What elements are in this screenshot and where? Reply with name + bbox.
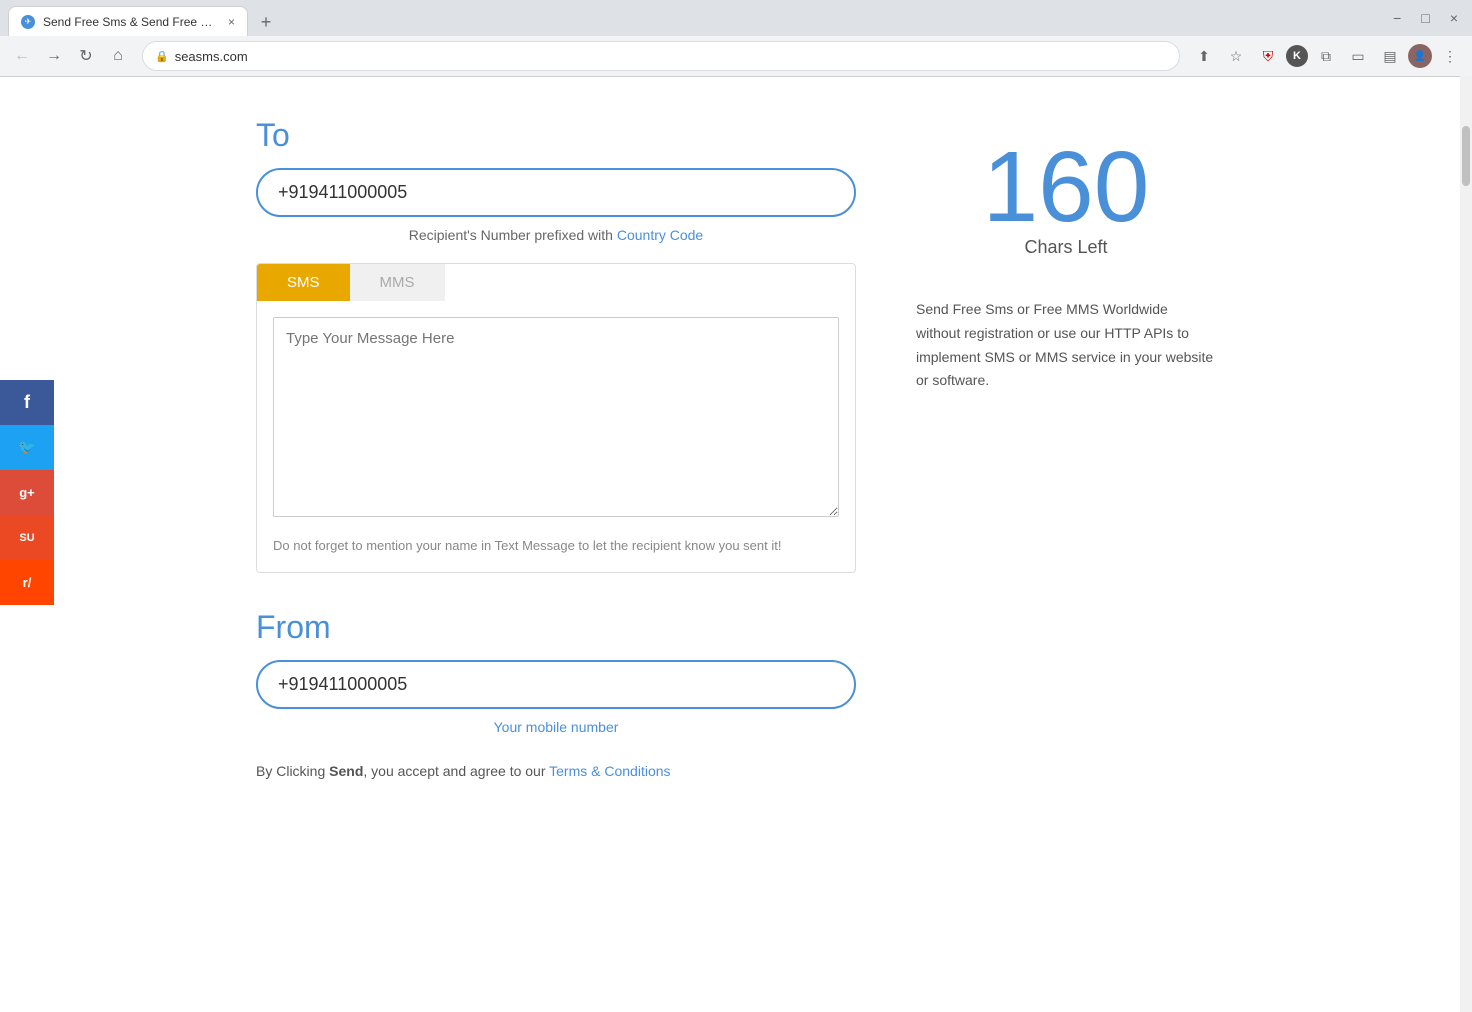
reddit-icon: r/ — [23, 575, 32, 590]
stumbleupon-icon: SU — [19, 532, 34, 544]
to-phone-input[interactable] — [278, 182, 834, 203]
social-sidebar: f 🐦 g+ SU r/ — [0, 380, 54, 605]
chars-left-label: Chars Left — [916, 237, 1216, 258]
tab-favicon: ✈ — [21, 15, 35, 29]
extensions-icon[interactable]: ⧉ — [1312, 42, 1340, 70]
to-hint-prefix: Recipient's Number prefixed with — [409, 227, 617, 243]
close-button[interactable]: × — [1444, 8, 1464, 28]
right-panel: 160 Chars Left Send Free Sms or Free MMS… — [916, 117, 1216, 779]
menu-icon[interactable]: ⋮ — [1436, 42, 1464, 70]
forward-button[interactable]: → — [40, 42, 68, 70]
browser-toolbar: ← → ↻ ⌂ 🔒 seasms.com ⬆ ☆ ⛨ K ⧉ ▭ ▤ 👤 ⋮ — [0, 36, 1472, 76]
lock-icon: 🔒 — [155, 50, 169, 63]
from-phone-input[interactable] — [278, 674, 834, 695]
cast-icon[interactable]: ▭ — [1344, 42, 1372, 70]
share-icon[interactable]: ⬆ — [1190, 42, 1218, 70]
from-section: From Your mobile number — [256, 609, 856, 735]
home-button[interactable]: ⌂ — [104, 42, 132, 70]
address-text: seasms.com — [175, 49, 1167, 64]
browser-chrome: ✈ Send Free Sms & Send Free MM × + − □ ×… — [0, 0, 1472, 77]
stumbleupon-share-button[interactable]: SU — [0, 515, 54, 560]
googleplus-icon: g+ — [19, 485, 35, 500]
browser-tabs: ✈ Send Free Sms & Send Free MM × + — [8, 0, 280, 36]
window-controls: − □ × — [1387, 8, 1464, 28]
new-tab-button[interactable]: + — [252, 8, 280, 36]
left-panel: To Recipient's Number prefixed with Coun… — [256, 117, 856, 779]
terms-middle: , you accept and agree to our — [363, 763, 549, 779]
scrollbar[interactable] — [1460, 76, 1472, 1012]
tab-close-btn[interactable]: × — [228, 15, 235, 29]
twitter-icon: 🐦 — [18, 439, 35, 456]
address-bar[interactable]: 🔒 seasms.com — [142, 41, 1180, 71]
kaspersky-icon[interactable]: ⛨ — [1254, 42, 1282, 70]
k-icon[interactable]: K — [1286, 45, 1308, 67]
terms-link[interactable]: Terms & Conditions — [549, 763, 670, 779]
browser-tab-active[interactable]: ✈ Send Free Sms & Send Free MM × — [8, 6, 248, 36]
to-label: To — [256, 117, 856, 154]
bookmark-icon[interactable]: ☆ — [1222, 42, 1250, 70]
twitter-share-button[interactable]: 🐦 — [0, 425, 54, 470]
toolbar-icons: ⬆ ☆ ⛨ K ⧉ ▭ ▤ 👤 ⋮ — [1190, 42, 1464, 70]
message-tabs: SMS MMS — [256, 263, 856, 301]
googleplus-share-button[interactable]: g+ — [0, 470, 54, 515]
facebook-icon: f — [24, 392, 30, 413]
from-label: From — [256, 609, 856, 646]
refresh-button[interactable]: ↻ — [72, 42, 100, 70]
sms-tab[interactable]: SMS — [257, 264, 350, 301]
page-content: To Recipient's Number prefixed with Coun… — [136, 77, 1336, 839]
to-hint: Recipient's Number prefixed with Country… — [256, 227, 856, 243]
from-hint: Your mobile number — [256, 719, 856, 735]
back-button[interactable]: ← — [8, 42, 36, 70]
message-textarea[interactable] — [273, 317, 839, 517]
sidebar-icon[interactable]: ▤ — [1376, 42, 1404, 70]
to-input-wrapper — [256, 168, 856, 217]
from-input-wrapper — [256, 660, 856, 709]
restore-button[interactable]: □ — [1415, 8, 1435, 28]
scrollbar-thumb[interactable] — [1462, 126, 1470, 186]
tab-title: Send Free Sms & Send Free MM — [43, 15, 220, 29]
message-note: Do not forget to mention your name in Te… — [273, 536, 839, 556]
reddit-share-button[interactable]: r/ — [0, 560, 54, 605]
terms-prefix: By Clicking — [256, 763, 329, 779]
terms-send: Send — [329, 763, 363, 779]
profile-avatar[interactable]: 👤 — [1408, 44, 1432, 68]
browser-title-bar: ✈ Send Free Sms & Send Free MM × + − □ × — [0, 0, 1472, 36]
promo-text: Send Free Sms or Free MMS Worldwide with… — [916, 298, 1216, 393]
message-container: Do not forget to mention your name in Te… — [256, 301, 856, 573]
minimize-button[interactable]: − — [1387, 8, 1407, 28]
mms-tab[interactable]: MMS — [350, 264, 445, 301]
chars-left-count: 160 — [916, 137, 1216, 237]
country-code-link[interactable]: Country Code — [617, 227, 703, 243]
terms-text: By Clicking Send, you accept and agree t… — [256, 763, 856, 779]
facebook-share-button[interactable]: f — [0, 380, 54, 425]
